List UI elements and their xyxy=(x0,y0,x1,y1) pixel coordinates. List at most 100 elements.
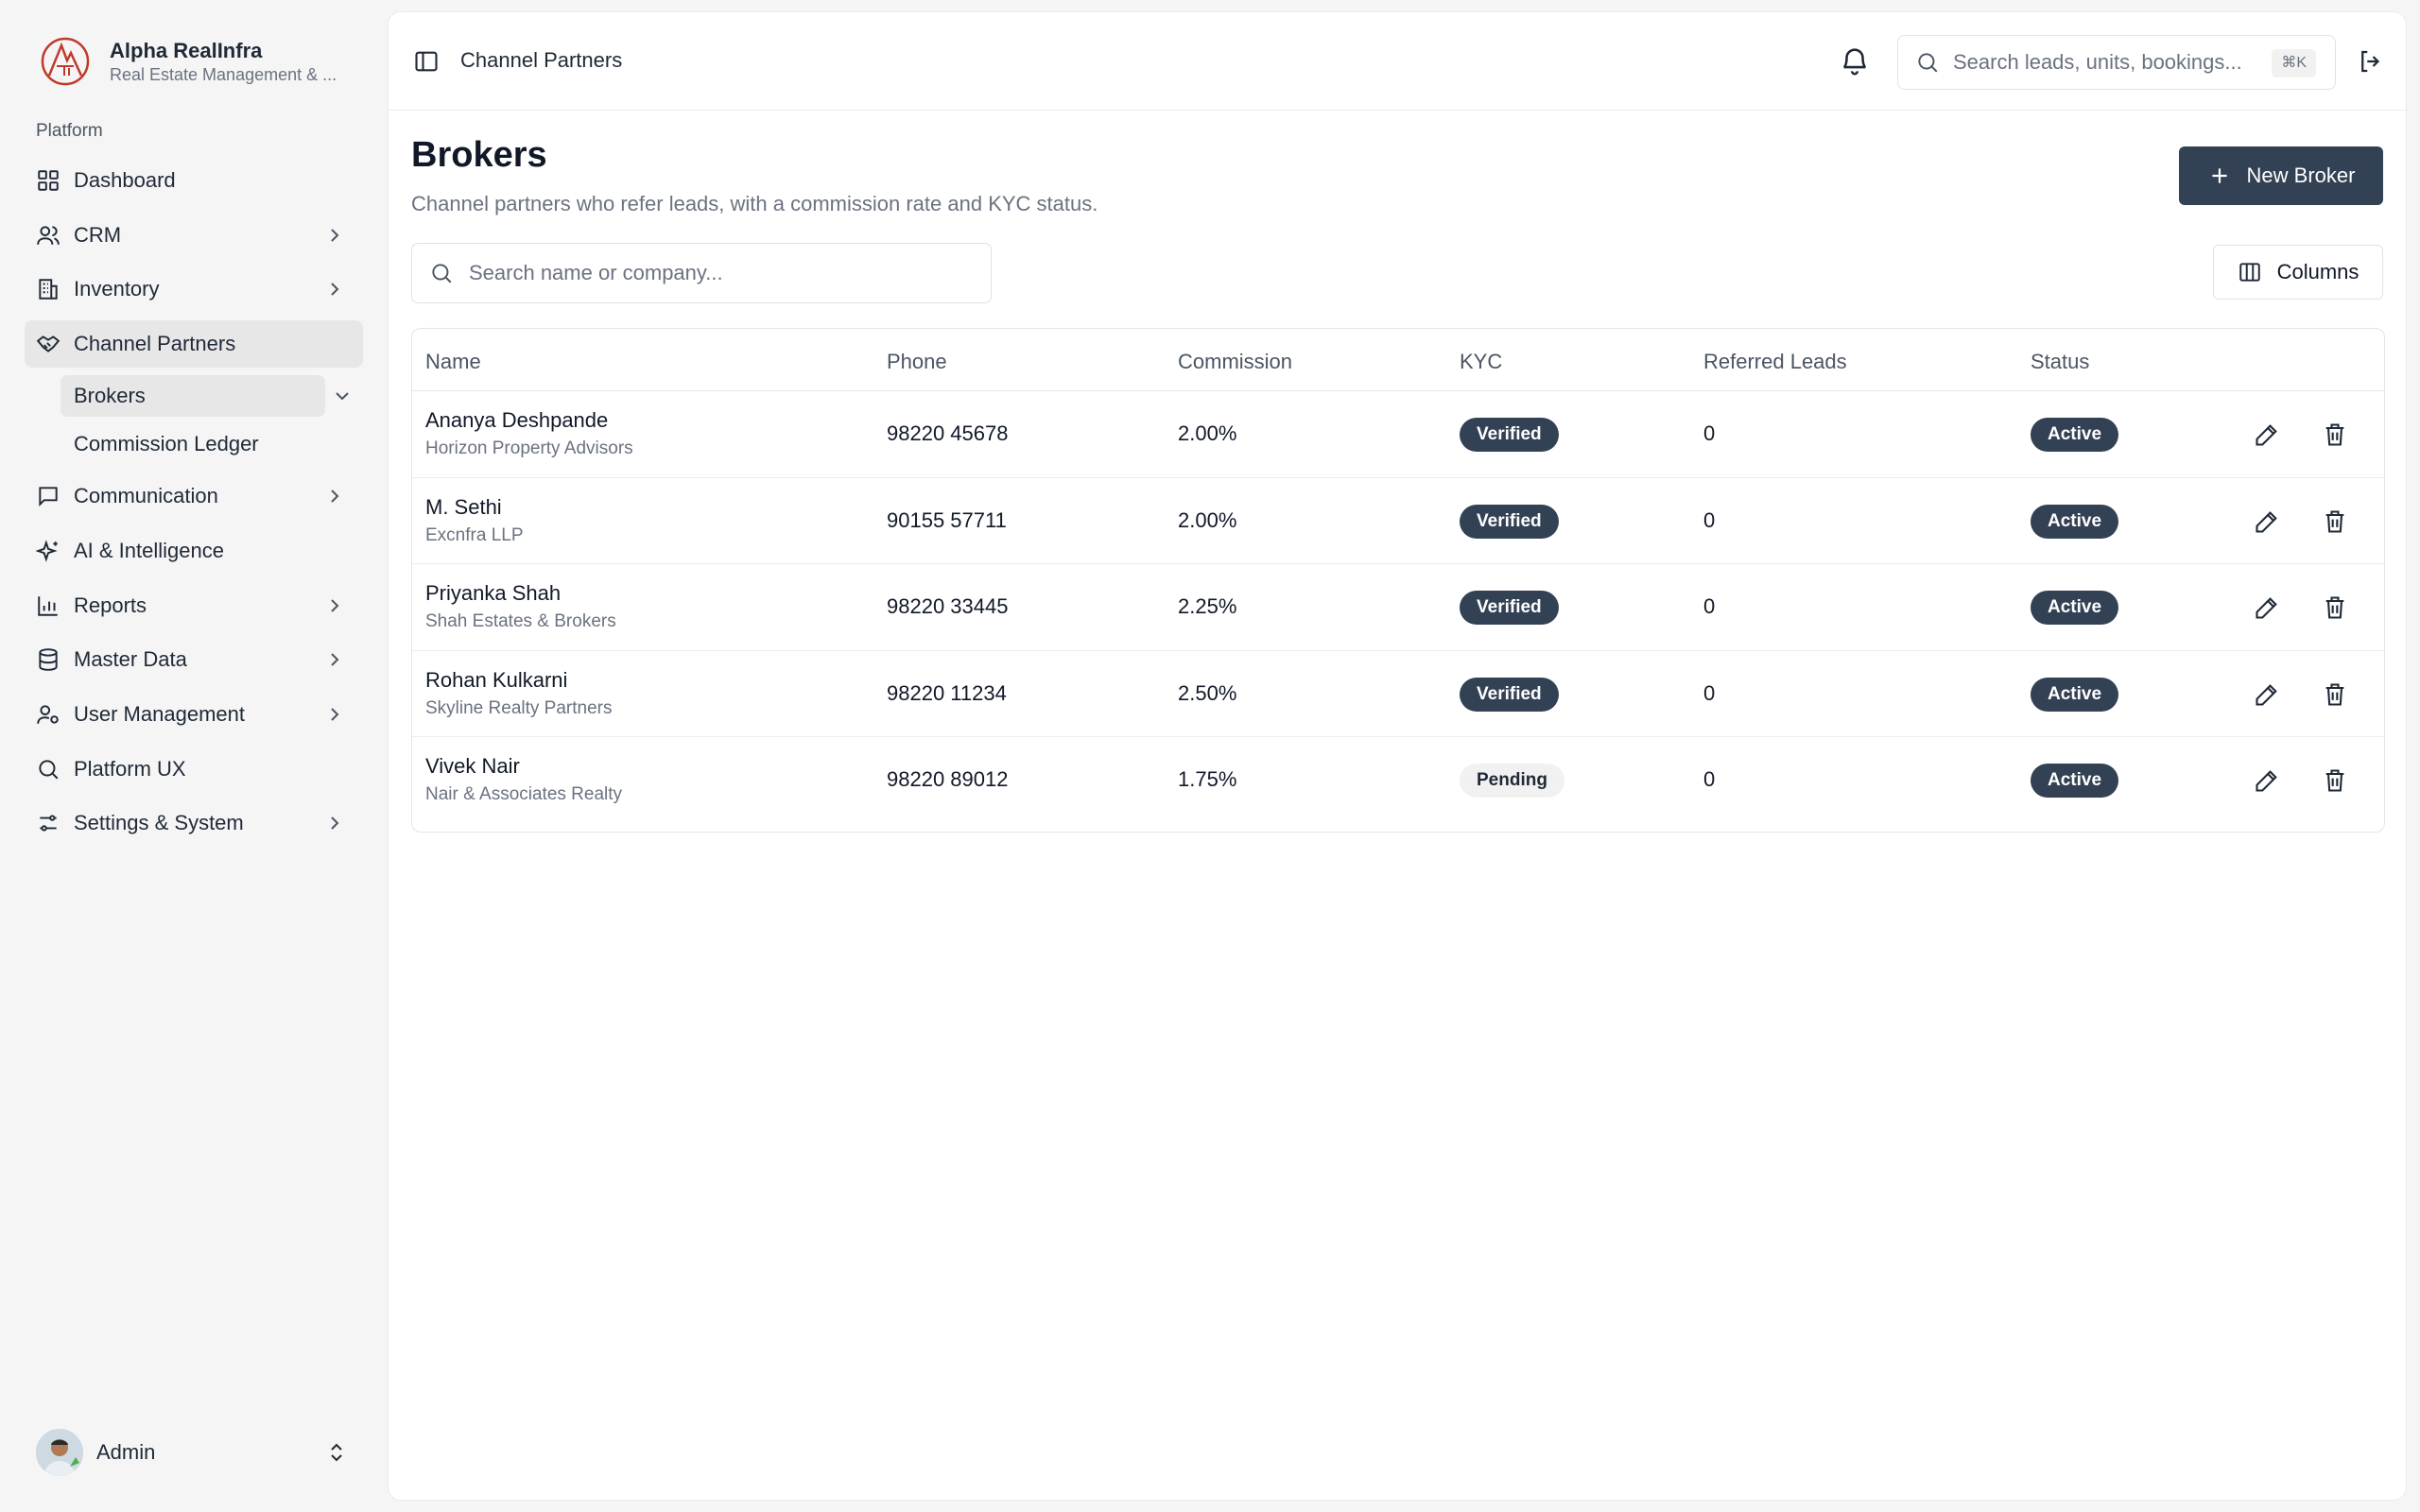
sidebar-item-crm[interactable]: CRM xyxy=(25,212,363,259)
broker-phone: 98220 11234 xyxy=(887,680,1007,705)
sidebar-item-dashboard[interactable]: Dashboard xyxy=(25,157,363,204)
status-badge: Active xyxy=(2031,677,2119,712)
brand-subtitle: Real Estate Management & ... xyxy=(110,65,337,84)
broker-name: M. Sethi xyxy=(425,494,502,519)
plus-icon xyxy=(2211,168,2227,183)
page-subtitle: Channel partners who refer leads, with a… xyxy=(411,192,1098,215)
column-header-kyc[interactable]: KYC xyxy=(1460,350,1502,374)
table-row[interactable]: M. Sethi Excnfra LLP 90155 57711 2.00% V… xyxy=(412,478,2384,565)
search-icon xyxy=(1918,53,1938,73)
broker-phone: 98220 33445 xyxy=(887,594,1009,619)
brand[interactable]: Alpha RealInfra Real Estate Management &… xyxy=(36,32,355,91)
sidebar-item-settings-system[interactable]: Settings & System xyxy=(25,799,363,847)
columns-button[interactable]: Columns xyxy=(2213,245,2383,300)
sidebar-item-user-management[interactable]: User Management xyxy=(25,691,363,738)
sidebar-subitem-brokers[interactable]: Brokers xyxy=(60,374,349,417)
table-row[interactable]: Vivek Nair Nair & Associates Realty 9822… xyxy=(412,737,2384,824)
kyc-badge: Verified xyxy=(1460,504,1559,539)
broker-name: Rohan Kulkarni xyxy=(425,667,568,692)
topbar: Channel Partners Search leads, units, bo… xyxy=(389,12,2408,111)
edit-icon[interactable] xyxy=(2254,594,2280,621)
search-placeholder: Search leads, units, bookings... xyxy=(1953,50,2242,74)
broker-commission: 2.00% xyxy=(1178,421,1237,445)
table-row[interactable]: Priyanka Shah Shah Estates & Brokers 982… xyxy=(412,564,2384,651)
table-row[interactable]: Rohan Kulkarni Skyline Realty Partners 9… xyxy=(412,651,2384,738)
column-header-referred-leads[interactable]: Referred Leads xyxy=(1703,350,1847,374)
sidebar-item-inventory[interactable]: Inventory xyxy=(25,266,363,313)
search-icon xyxy=(39,759,59,780)
sliders-icon xyxy=(40,815,57,832)
status-badge: Active xyxy=(2031,591,2119,626)
sidebar-item-master-data[interactable]: Master Data xyxy=(25,636,363,683)
dashboard-icon xyxy=(38,170,59,191)
edit-icon[interactable] xyxy=(2254,508,2280,535)
chevron-right-icon xyxy=(331,708,339,721)
table-row[interactable]: Ananya Deshpande Horizon Property Adviso… xyxy=(412,391,2384,478)
trash-icon[interactable] xyxy=(2322,421,2348,448)
broker-commission: 2.25% xyxy=(1178,594,1237,619)
sidebar-item-label: Communication xyxy=(74,484,218,508)
sidebar-item-label: Master Data xyxy=(74,647,187,672)
broker-commission: 2.00% xyxy=(1178,507,1237,532)
broker-commission: 1.75% xyxy=(1178,767,1237,792)
column-header-commission[interactable]: Commission xyxy=(1178,350,1292,374)
edit-icon[interactable] xyxy=(2254,681,2280,708)
sidebar-subitem-commission-ledger[interactable]: Commission Ledger xyxy=(60,423,363,465)
sidebar-subitem-label: Brokers xyxy=(74,383,146,407)
column-header-name[interactable]: Name xyxy=(425,350,481,374)
column-header-status[interactable]: Status xyxy=(2031,350,2089,374)
broker-name: Priyanka Shah xyxy=(425,581,562,606)
kyc-badge: Pending xyxy=(1460,764,1564,799)
trash-icon[interactable] xyxy=(2322,594,2348,621)
columns-label: Columns xyxy=(2276,260,2360,284)
chevron-down-icon[interactable] xyxy=(331,385,354,407)
edit-icon[interactable] xyxy=(2254,421,2280,448)
trash-icon[interactable] xyxy=(2322,767,2348,794)
user-name: Admin xyxy=(96,1440,156,1464)
sidebar-item-channel-partners[interactable]: Channel Partners xyxy=(25,320,363,369)
brokers-table: Name Phone Commission KYC Referred Leads… xyxy=(411,328,2385,833)
chevron-right-icon xyxy=(331,816,339,830)
search-placeholder: Search name or company... xyxy=(469,261,723,284)
edit-icon[interactable] xyxy=(2254,767,2280,794)
trash-icon[interactable] xyxy=(2322,681,2348,708)
bell-icon[interactable] xyxy=(1839,44,1871,77)
broker-search-input[interactable]: Search name or company... xyxy=(411,243,992,303)
kyc-badge: Verified xyxy=(1460,591,1559,626)
sidebar-section-label: Platform xyxy=(36,121,103,141)
trash-icon[interactable] xyxy=(2322,508,2348,535)
sidebar-item-label: Platform UX xyxy=(74,756,186,781)
sparkles-icon xyxy=(36,540,58,562)
global-search-input[interactable]: Search leads, units, bookings... ⌘K xyxy=(1897,35,2336,90)
broker-phone: 90155 57711 xyxy=(887,507,1007,532)
columns-icon xyxy=(2238,263,2260,282)
status-badge: Active xyxy=(2031,764,2119,799)
sidebar-item-ai-intelligence[interactable]: AI & Intelligence xyxy=(25,527,363,575)
broker-phone: 98220 45678 xyxy=(887,421,1009,445)
sidebar-toggle-icon[interactable] xyxy=(413,48,440,75)
sidebar-item-reports[interactable]: Reports xyxy=(25,582,363,629)
broker-company: Excnfra LLP xyxy=(425,524,524,545)
chevron-right-icon xyxy=(331,228,339,242)
logout-icon[interactable] xyxy=(2357,47,2385,76)
new-broker-button[interactable]: New Broker xyxy=(2179,146,2383,205)
referred-leads-count: 0 xyxy=(1703,767,1716,792)
chevron-right-icon xyxy=(331,283,339,297)
kyc-badge: Verified xyxy=(1460,418,1559,452)
sidebar-item-platform-ux[interactable]: Platform UX xyxy=(25,746,363,793)
referred-leads-count: 0 xyxy=(1703,594,1716,619)
broker-commission: 2.50% xyxy=(1178,680,1237,705)
broker-company: Horizon Property Advisors xyxy=(425,438,633,458)
sidebar-subitem-label: Commission Ledger xyxy=(74,432,259,456)
brand-name: Alpha RealInfra xyxy=(110,39,263,62)
company-logo xyxy=(41,37,90,86)
page-title: Brokers xyxy=(411,135,547,175)
sidebar: Alpha RealInfra Real Estate Management &… xyxy=(0,0,386,1512)
column-header-phone[interactable]: Phone xyxy=(887,350,947,374)
sidebar-item-communication[interactable]: Communication xyxy=(25,472,363,520)
handshake-icon xyxy=(36,335,60,352)
user-menu[interactable]: Admin xyxy=(36,1429,348,1476)
broker-name: Ananya Deshpande xyxy=(425,408,609,432)
referred-leads-count: 0 xyxy=(1703,507,1716,532)
building-icon xyxy=(39,279,58,301)
